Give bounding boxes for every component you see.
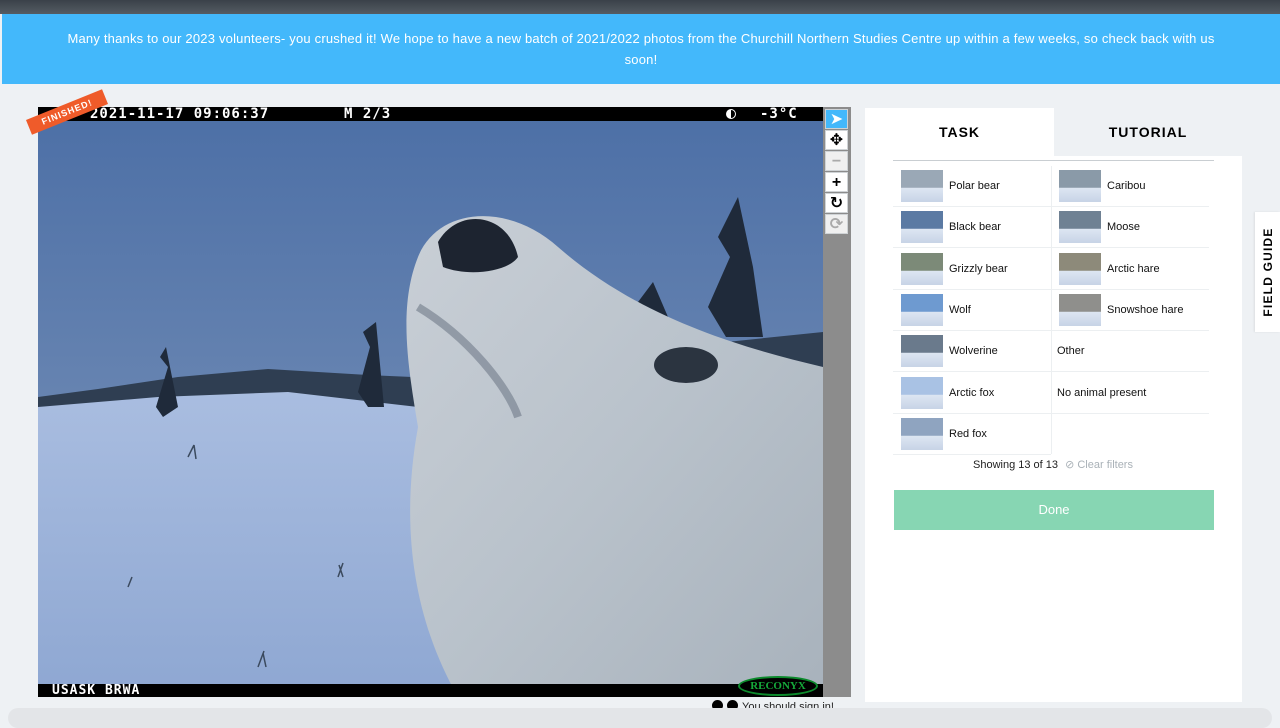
subject-photo — [38, 107, 823, 697]
announcement-banner: Many thanks to our 2023 volunteers- you … — [2, 14, 1280, 84]
move-icon: ✥ — [829, 132, 844, 149]
choice-thumbnail — [901, 293, 943, 326]
choice-wolverine[interactable]: Wolverine — [893, 331, 1051, 373]
choice-snowshoe-hare[interactable]: Snowshoe hare — [1051, 290, 1209, 331]
clear-filters-button[interactable]: ⊘ Clear filters — [1065, 459, 1133, 471]
choice-thumbnail — [901, 417, 943, 450]
task-tabs: TASK TUTORIAL — [865, 108, 1242, 156]
camera-temperature: -3°C — [760, 107, 798, 122]
choice-no-animal-present[interactable]: No animal present — [1051, 373, 1209, 414]
top-nav-bar — [0, 0, 1280, 14]
banner-line-2: soon! — [624, 52, 658, 67]
choice-grizzly-bear[interactable]: Grizzly bear — [893, 249, 1051, 290]
choice-thumbnail — [1059, 293, 1101, 326]
camera-brand-logo: RECONYX — [738, 676, 818, 696]
camera-site-strip: USASK BRWA — [38, 684, 823, 697]
choice-thumbnail — [901, 335, 943, 368]
tab-divider — [893, 160, 1214, 161]
choice-label: Red fox — [949, 427, 987, 440]
choice-arctic-hare[interactable]: Arctic hare — [1051, 249, 1209, 290]
choice-label: Arctic fox — [949, 386, 995, 399]
choice-label: Black bear — [949, 221, 1001, 234]
reset-icon: ⟳ — [829, 216, 844, 233]
reset-button[interactable]: ⟳ — [825, 214, 848, 234]
choice-label: Wolf — [949, 303, 971, 316]
plus-icon: + — [831, 174, 842, 191]
camera-site-id: USASK BRWA — [52, 683, 141, 697]
camera-timestamp: 2021-11-17 09:06:37 — [90, 107, 270, 122]
choice-label: Snowshoe hare — [1107, 303, 1184, 316]
minus-icon: − — [831, 153, 842, 170]
field-guide-label: FIELD GUIDE — [1260, 227, 1275, 317]
zoom-in-button[interactable]: + — [825, 172, 848, 192]
banner-line-1: Many thanks to our 2023 volunteers- you … — [67, 31, 1215, 46]
choice-label: Grizzly bear — [949, 262, 1008, 275]
choice-label: Wolverine — [949, 345, 998, 358]
move-tool-button[interactable]: ✥ — [825, 130, 848, 150]
choice-thumbnail — [1059, 211, 1101, 244]
choice-polar-bear[interactable]: Polar bear — [893, 166, 1051, 207]
camera-frame-count: M 2/3 — [344, 107, 392, 122]
choice-thumbnail — [901, 252, 943, 285]
zoom-out-button[interactable]: − — [825, 151, 848, 171]
choice-thumbnail — [1059, 252, 1101, 285]
choice-thumbnail — [901, 170, 943, 202]
choice-caribou[interactable]: Caribou — [1051, 166, 1209, 207]
choice-red-fox[interactable]: Red fox — [893, 414, 1051, 455]
tab-task[interactable]: TASK — [865, 108, 1054, 156]
arrow-cursor-icon: ➤ — [829, 111, 844, 128]
choice-black-bear[interactable]: Black bear — [893, 207, 1051, 249]
choice-label: Caribou — [1107, 180, 1146, 192]
viewer-toolbar: ➤ ✥ − + ↻ ⟳ — [823, 107, 851, 697]
done-button[interactable]: Done — [894, 490, 1214, 530]
rotate-button[interactable]: ↻ — [825, 193, 848, 213]
task-panel: TASK TUTORIAL Polar bear Caribou Black bea… — [865, 108, 1242, 702]
choice-thumbnail — [901, 211, 943, 244]
choice-label: Other — [1057, 345, 1085, 358]
showing-count: Showing 13 of 13 — [973, 459, 1059, 471]
field-guide-tab[interactable]: FIELD GUIDE — [1255, 212, 1280, 332]
choice-wolf[interactable]: Wolf — [893, 290, 1051, 331]
choice-arctic-fox[interactable]: Arctic fox — [893, 373, 1051, 414]
choice-thumbnail — [901, 376, 943, 409]
choice-other[interactable]: Other — [1051, 331, 1209, 373]
filter-status: Showing 13 of 13 ⊘ Clear filters — [973, 458, 1133, 471]
camera-info-strip: 2021-11-17 09:06:37 M 2/3 -3°C — [38, 107, 823, 121]
select-tool-button[interactable]: ➤ — [825, 109, 848, 129]
choice-label: No animal present — [1057, 386, 1147, 399]
choice-moose[interactable]: Moose — [1051, 207, 1209, 249]
moon-phase-icon — [726, 109, 736, 119]
subject-viewer[interactable]: 2021-11-17 09:06:37 M 2/3 -3°C USASK BRW… — [38, 107, 823, 697]
choice-label: Polar bear — [949, 180, 1000, 192]
choice-label: Moose — [1107, 221, 1141, 234]
rotate-icon: ↻ — [829, 195, 844, 212]
choice-thumbnail — [1059, 170, 1101, 202]
choice-label: Arctic hare — [1107, 262, 1160, 275]
footer-bar — [8, 708, 1272, 728]
tab-tutorial[interactable]: TUTORIAL — [1054, 108, 1242, 156]
